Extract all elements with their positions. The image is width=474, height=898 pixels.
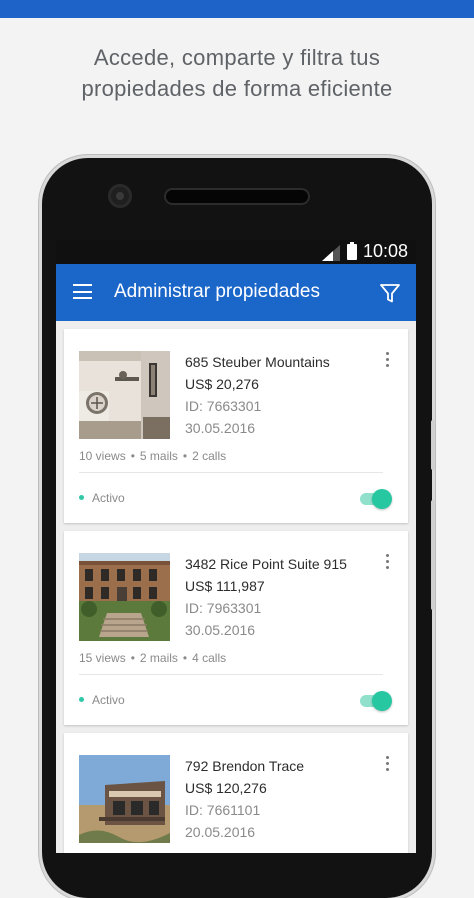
- status-dot: [79, 697, 84, 703]
- status-dot: [79, 495, 84, 501]
- card-divider: [79, 472, 383, 473]
- more-options-icon[interactable]: [386, 756, 390, 772]
- property-info: 3482 Rice Point Suite 915 US$ 111,987 ID…: [185, 553, 347, 641]
- property-id: ID: 7661101: [185, 802, 261, 818]
- property-date: 20.05.2016: [185, 824, 256, 840]
- status-indicator: Activo: [79, 693, 125, 707]
- status-label: Activo: [92, 693, 125, 707]
- filter-icon[interactable]: [379, 282, 401, 304]
- property-list: 685 Steuber Mountains US$ 20,276 ID: 766…: [64, 329, 408, 853]
- property-card[interactable]: 792 Brendon Trace US$ 120,276 ID: 766110…: [64, 733, 408, 853]
- property-info: 685 Steuber Mountains US$ 20,276 ID: 766…: [185, 351, 330, 439]
- headline-line-1: Accede, comparte y filtra tus: [93, 45, 381, 70]
- more-options-icon[interactable]: [386, 554, 390, 570]
- front-camera: [108, 184, 132, 208]
- phone-screen: 10:08 Administrar propiedades 685 Steube…: [56, 240, 416, 853]
- signal-icon: [322, 245, 340, 261]
- phone-side-button: [431, 500, 435, 610]
- calls-count: 4 calls: [192, 651, 227, 665]
- separator-dot: •: [182, 449, 188, 463]
- property-info: 792 Brendon Trace US$ 120,276 ID: 766110…: [185, 755, 304, 843]
- property-date: 30.05.2016: [185, 622, 256, 638]
- app-bar-title: Administrar propiedades: [114, 281, 320, 302]
- active-toggle[interactable]: [360, 488, 392, 510]
- app-bar: Administrar propiedades: [56, 264, 416, 321]
- property-price: US$ 111,987: [185, 578, 265, 594]
- property-photo: [79, 553, 170, 641]
- property-id: ID: 7663301: [185, 398, 262, 414]
- property-address[interactable]: 685 Steuber Mountains: [185, 351, 330, 373]
- property-card[interactable]: 3482 Rice Point Suite 915 US$ 111,987 ID…: [64, 531, 408, 725]
- status-label: Activo: [92, 491, 125, 505]
- status-time: 10:08: [362, 241, 408, 261]
- property-id: ID: 7963301: [185, 600, 262, 616]
- active-toggle[interactable]: [360, 690, 392, 712]
- mails-count: 2 mails: [139, 651, 178, 665]
- property-stats: 10 views • 5 mails • 2 calls: [79, 449, 226, 463]
- status-bar: 10:08: [56, 240, 416, 264]
- menu-icon[interactable]: [73, 284, 92, 300]
- property-photo: [79, 351, 170, 439]
- property-address[interactable]: 3482 Rice Point Suite 915: [185, 553, 347, 575]
- separator-dot: •: [130, 651, 135, 665]
- status-indicator: Activo: [79, 491, 125, 505]
- views-count: 10 views: [79, 449, 126, 463]
- card-divider: [79, 674, 383, 675]
- phone-side-button: [431, 420, 435, 470]
- property-address[interactable]: 792 Brendon Trace: [185, 755, 304, 777]
- property-photo: [79, 755, 170, 843]
- promo-headline: Accede, comparte y filtra tus propiedade…: [0, 42, 474, 104]
- property-date: 30.05.2016: [185, 420, 256, 436]
- property-stats: 15 views • 2 mails • 4 calls: [79, 651, 226, 665]
- separator-dot: •: [130, 449, 135, 463]
- earpiece-speaker: [166, 190, 308, 203]
- top-color-bar: [0, 0, 474, 18]
- views-count: 15 views: [79, 651, 126, 665]
- property-card[interactable]: 685 Steuber Mountains US$ 20,276 ID: 766…: [64, 329, 408, 523]
- headline-line-2: propiedades de forma eficiente: [81, 76, 393, 101]
- mails-count: 5 mails: [139, 449, 178, 463]
- property-price: US$ 120,276: [185, 780, 267, 796]
- battery-icon: [347, 242, 357, 260]
- calls-count: 2 calls: [192, 449, 227, 463]
- separator-dot: •: [182, 651, 188, 665]
- more-options-icon[interactable]: [386, 352, 390, 368]
- property-price: US$ 20,276: [185, 376, 259, 392]
